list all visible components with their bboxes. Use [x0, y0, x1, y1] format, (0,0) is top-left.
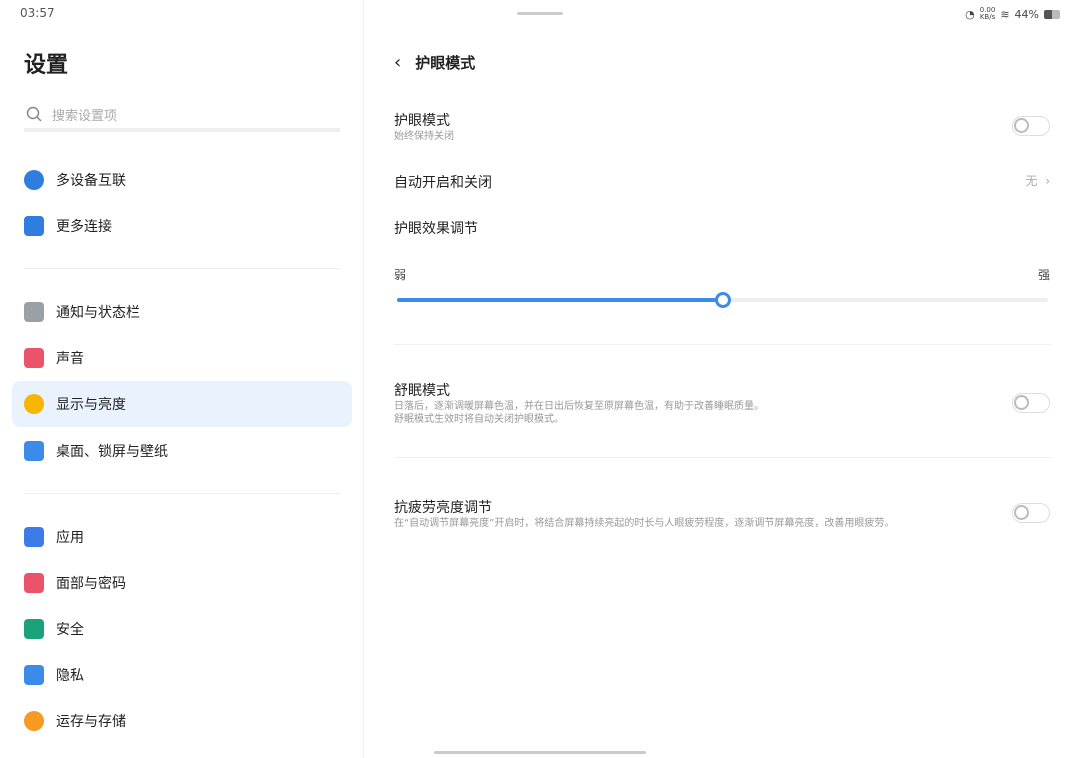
eye-mode-label: 护眼模式 — [394, 113, 450, 129]
sidebar: 03:57 设置 搜索设置项 多设备互联更多连接通知与状态栏 声音显示与亮度桌面、… — [0, 0, 364, 758]
sidebar-item[interactable]: 面部与密码 — [12, 560, 352, 606]
eye-mode-sub: 始终保持关闭 — [394, 131, 454, 142]
sidebar-item-label: 隐私 — [56, 668, 84, 684]
home-indicator[interactable] — [434, 751, 646, 754]
drag-handle[interactable] — [517, 12, 563, 15]
fatigue-label: 抗疲劳亮度调节 — [394, 500, 492, 516]
sidebar-item-label: 显示与亮度 — [56, 397, 126, 413]
sidebar-item-label: 声音 — [56, 351, 84, 367]
sidebar-item-label: 桌面、锁屏与壁纸 — [56, 444, 168, 460]
slider-max-label: 强 — [1037, 268, 1050, 282]
fatigue-row: 抗疲劳亮度调节 在“自动调节屏幕亮度”开启时，将结合屏幕持续亮起的时长与人眼疲劳… — [394, 497, 894, 530]
sidebar-item-label: 更多连接 — [56, 219, 112, 235]
sidebar-item[interactable]: 安全 — [12, 606, 352, 652]
status-bar: ◔ 0.00 KB/s ≋ 44% — [965, 7, 1060, 21]
brightness-icon — [24, 394, 44, 414]
wallpaper-icon — [24, 441, 44, 461]
detail-title: 护眼模式 — [415, 54, 476, 72]
chevron-right-icon: › — [1045, 174, 1050, 188]
search-input[interactable]: 搜索设置项 — [24, 100, 340, 132]
face-icon — [24, 573, 44, 593]
eye-mode-row: 护眼模式 始终保持关闭 — [394, 110, 454, 143]
page-title: 设置 — [24, 53, 69, 78]
battery-level: 44% — [1014, 7, 1039, 21]
status-time: 03:57 — [20, 6, 55, 20]
shield-icon — [24, 619, 44, 639]
privacy-icon — [24, 665, 44, 685]
sidebar-item[interactable]: 声音 — [12, 335, 352, 381]
speaker-icon — [24, 348, 44, 368]
sidebar-item-label: 运存与存储 — [56, 714, 126, 730]
sleep-mode-sub2: 舒眠模式生效时将自动关闭护眼模式。 — [394, 414, 564, 425]
search-icon — [26, 106, 42, 122]
speedometer-icon: ◔ — [965, 7, 975, 21]
slider-thumb[interactable] — [714, 292, 731, 308]
sleep-mode-toggle[interactable] — [1012, 393, 1050, 413]
fatigue-toggle[interactable] — [1012, 503, 1050, 523]
sidebar-item[interactable]: 应用 — [12, 514, 352, 560]
link-icon — [24, 216, 44, 236]
sidebar-item[interactable]: 显示与亮度 — [12, 381, 352, 427]
divider — [394, 457, 1052, 458]
sleep-mode-label: 舒眠模式 — [394, 383, 450, 399]
battery-icon — [1044, 9, 1060, 19]
auto-value: 无 — [1025, 174, 1038, 188]
multi-device-icon — [24, 170, 44, 190]
divider — [24, 268, 340, 269]
divider — [394, 344, 1052, 345]
effect-slider[interactable] — [397, 292, 1048, 308]
notification-icon — [24, 302, 44, 322]
sidebar-item[interactable]: 隐私 — [12, 652, 352, 698]
sidebar-item-label: 多设备互联 — [56, 173, 126, 189]
auto-schedule-label[interactable]: 自动开启和关闭 — [394, 172, 492, 192]
sleep-mode-sub: 日落后，逐渐调暖屏幕色温，并在日出后恢复至原屏幕色温，有助于改善睡眠质量。 — [394, 401, 764, 412]
auto-schedule-value[interactable]: 无 › — [1026, 172, 1050, 189]
search-placeholder: 搜索设置项 — [52, 108, 118, 124]
sidebar-item[interactable]: 桌面、锁屏与壁纸 — [12, 428, 352, 474]
slider-fill — [397, 298, 723, 302]
net-speed-unit: KB/s — [979, 13, 996, 21]
storage-icon — [24, 711, 44, 731]
sidebar-item-label: 面部与密码 — [56, 576, 126, 592]
fatigue-sub: 在“自动调节屏幕亮度”开启时，将结合屏幕持续亮起的时长与人眼疲劳程度，逐渐调节屏… — [394, 518, 895, 529]
sidebar-item[interactable]: 多设备互联 — [12, 157, 352, 203]
wifi-icon: ≋ — [1000, 7, 1010, 21]
sleep-mode-row: 舒眠模式 日落后，逐渐调暖屏幕色温，并在日出后恢复至原屏幕色温，有助于改善睡眠质… — [394, 380, 764, 426]
divider — [24, 493, 340, 494]
sidebar-item[interactable]: 更多连接 — [12, 203, 352, 249]
sidebar-item-label: 应用 — [56, 530, 84, 546]
sidebar-item-label: 安全 — [56, 622, 84, 638]
effect-label: 护眼效果调节 — [394, 221, 478, 237]
eye-mode-toggle[interactable] — [1012, 116, 1050, 136]
apps-icon — [24, 527, 44, 547]
back-icon[interactable]: ‹ — [394, 52, 401, 73]
sidebar-item[interactable]: 通知与状态栏 — [12, 289, 352, 335]
sidebar-item-label: 通知与状态栏 — [56, 305, 140, 321]
sidebar-item[interactable]: 运存与存储 — [12, 698, 352, 744]
header: ‹ 护眼模式 — [394, 52, 475, 73]
slider-min-label: 弱 — [394, 268, 407, 282]
